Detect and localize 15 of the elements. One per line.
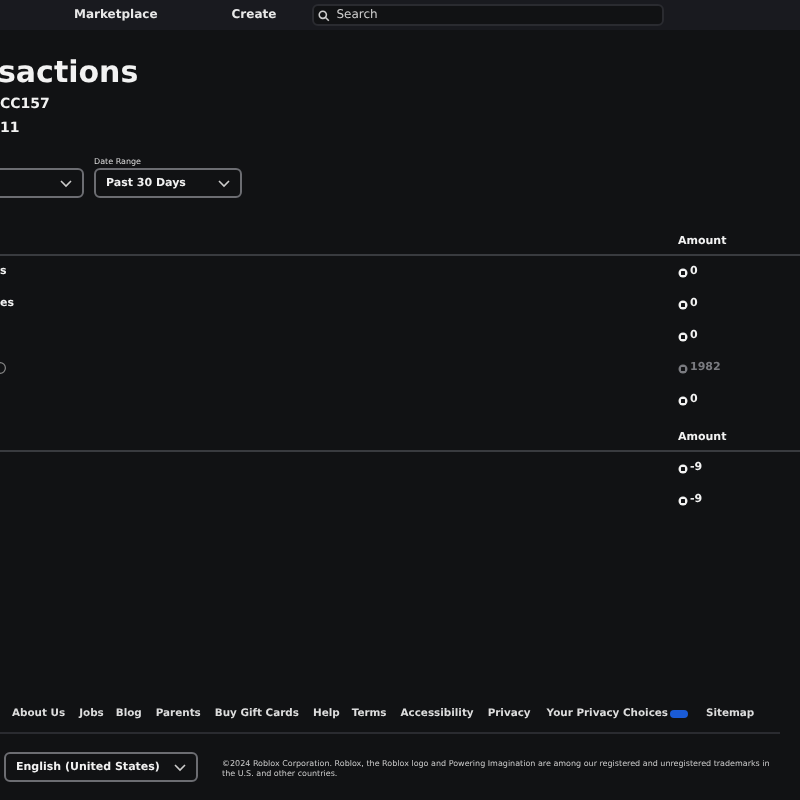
filter-dropdown[interactable] (0, 168, 84, 198)
robux-icon (678, 363, 688, 373)
robux-icon (678, 463, 688, 473)
info-icon (0, 362, 6, 374)
privacy-toggle-icon (670, 710, 689, 718)
caret-icon (218, 179, 230, 187)
page-title: sactions (0, 56, 141, 88)
robux-icon (678, 331, 688, 341)
robux-icon (678, 395, 688, 405)
caret-icon (174, 763, 186, 771)
caret-icon (60, 179, 72, 187)
robux-icon (678, 299, 688, 309)
search-icon (318, 9, 331, 21)
robux-icon (678, 267, 688, 277)
robux-icon (678, 495, 688, 505)
